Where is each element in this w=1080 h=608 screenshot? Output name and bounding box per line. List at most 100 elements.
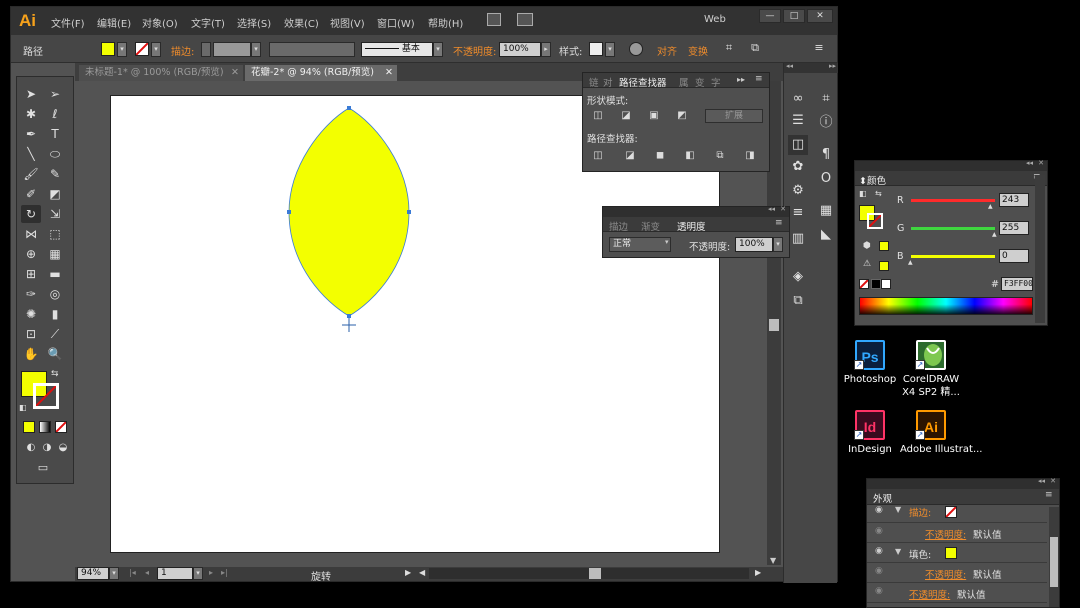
tab-attributes[interactable]: 属 (679, 75, 689, 89)
tab-petal-2[interactable]: 花瓣-2* @ 94% (RGB/预览) ✕ (245, 65, 397, 81)
expand-triangle-icon[interactable]: ▼ (895, 547, 901, 556)
out-of-web-color-icon[interactable]: ⬢ (863, 241, 871, 251)
r-value-input[interactable]: 243 (999, 193, 1029, 207)
panel-menu-icon[interactable]: ≡ (809, 39, 829, 57)
stroke-icon[interactable]: ≡ (788, 203, 808, 223)
white-color-swatch[interactable] (881, 279, 891, 289)
transparency-opacity-dropdown-icon[interactable]: ▾ (773, 237, 783, 252)
appearance-fill-swatch[interactable] (945, 547, 957, 559)
paragraph-icon[interactable]: ¶ (816, 145, 836, 165)
swap-fill-stroke-icon[interactable]: ⇆ (51, 369, 59, 379)
petal-shape[interactable] (288, 107, 410, 317)
bridge-icon[interactable] (487, 13, 501, 26)
divide-icon[interactable]: ◫ (589, 149, 607, 163)
zoom-field[interactable]: 94% (77, 567, 109, 580)
expand-button[interactable]: 扩展 (705, 109, 763, 123)
appearance-scroll-thumb[interactable] (1050, 537, 1058, 587)
b-channel-slider[interactable] (911, 255, 995, 258)
merge-icon[interactable]: ◼ (651, 149, 669, 163)
eyedropper-tool-icon[interactable]: ✑ (21, 285, 41, 303)
appearance-icon[interactable]: ⚙ (788, 181, 808, 201)
close-tab-icon[interactable]: ✕ (385, 65, 393, 80)
visibility-eye-icon[interactable]: ◉ (875, 566, 883, 576)
desktop-icon-indesign[interactable]: Id ↗ InDesign (844, 410, 896, 474)
color-panel-scrollbar[interactable] (1035, 175, 1045, 323)
menu-type[interactable]: 文字(T) (191, 15, 225, 30)
menu-effect[interactable]: 效果(C) (284, 15, 319, 30)
opacity-dropdown-icon[interactable]: ▸ (541, 42, 551, 57)
desktop-icon-coreldraw[interactable]: ↗ CorelDRAW X4 SP2 精... (900, 340, 962, 404)
symbol-sprayer-tool-icon[interactable]: ✺ (21, 305, 41, 323)
prev-artboard-icon[interactable]: ◂ (145, 568, 149, 577)
appearance-stroke-row[interactable]: ◉ ▼ 描边: (867, 505, 1047, 523)
anchor-point[interactable] (347, 314, 351, 318)
variable-width-profile[interactable] (269, 42, 355, 57)
tab-color[interactable]: ⬍颜色 (859, 173, 886, 187)
web-safe-color-swatch[interactable] (879, 241, 889, 251)
close-panel-icon[interactable]: ✕ (1038, 159, 1044, 167)
intersect-icon[interactable]: ▣ (645, 109, 663, 123)
paintbrush-tool-icon[interactable]: 🖌 (21, 165, 41, 183)
vertical-scroll-thumb[interactable] (769, 319, 779, 331)
minimize-button[interactable]: — (759, 9, 781, 23)
color-stroke-box[interactable] (867, 213, 883, 229)
brushes-icon[interactable]: ◣ (816, 225, 836, 245)
gradient-tool-icon[interactable]: ▬ (45, 265, 65, 283)
eraser-tool-icon[interactable]: ◩ (45, 185, 65, 203)
close-window-button[interactable]: ✕ (807, 9, 833, 23)
trim-icon[interactable]: ◪ (621, 149, 639, 163)
rotate-origin-crosshair-icon[interactable] (342, 318, 356, 332)
menu-window[interactable]: 窗口(W) (377, 15, 415, 30)
stroke-weight-stepper[interactable] (201, 42, 211, 57)
gradient-icon[interactable]: ▥ (788, 229, 808, 249)
swatches-icon[interactable]: ▦ (816, 201, 836, 221)
hand-tool-icon[interactable]: ✋ (21, 345, 41, 363)
line-tool-icon[interactable]: ╲ (21, 145, 41, 163)
tab-links[interactable]: 链 (589, 75, 599, 89)
zoom-dropdown-icon[interactable]: ▾ (109, 567, 119, 580)
tab-appearance[interactable]: 外观 (873, 491, 892, 505)
scroll-left-icon[interactable]: ◀ (419, 568, 425, 577)
horizontal-scroll-track[interactable] (429, 568, 749, 579)
collapse-panel-icon[interactable]: ◂◂ (768, 205, 775, 213)
gradient-mode-icon[interactable] (39, 421, 51, 433)
blend-mode-dropdown-icon[interactable]: ▾ (665, 238, 669, 246)
appearance-fill-label[interactable]: 填色: (909, 547, 931, 561)
r-slider-thumb-icon[interactable]: ▲ (988, 203, 993, 210)
align-link[interactable]: 对齐 (657, 43, 677, 58)
stroke-swatch[interactable] (135, 42, 149, 56)
b-slider-thumb-icon[interactable]: ▲ (908, 259, 913, 266)
g-channel-slider[interactable] (911, 227, 995, 230)
width-tool-icon[interactable]: ⋈ (21, 225, 41, 243)
brush-dropdown-icon[interactable]: ▾ (433, 42, 443, 57)
none-color-swatch[interactable] (859, 279, 869, 289)
panel-menu-icon[interactable]: ≡ (755, 74, 763, 84)
stroke-weight-label[interactable]: 描边: (171, 43, 194, 58)
first-artboard-icon[interactable]: |◂ (129, 568, 136, 577)
anchor-point[interactable] (287, 210, 291, 214)
tab-align[interactable]: 对 (603, 75, 613, 89)
out-of-gamut-warning-icon[interactable]: ⚠ (863, 259, 871, 269)
minus-front-icon[interactable]: ◪ (617, 109, 635, 123)
maximize-button[interactable]: □ (783, 9, 805, 23)
layers-icon[interactable]: ◈ (788, 267, 808, 287)
rotate-tool-icon[interactable]: ↻ (21, 205, 41, 223)
graphic-style-swatch[interactable] (589, 42, 603, 56)
transform-link[interactable]: 变换 (688, 43, 708, 58)
visibility-eye-icon[interactable]: ◉ (875, 505, 883, 515)
tab-character[interactable]: 字 (711, 75, 721, 89)
in-gamut-color-swatch[interactable] (879, 261, 889, 271)
appearance-opacity-row[interactable]: ◉ 不透明度: 默认值 (867, 563, 1047, 583)
g-value-input[interactable]: 255 (999, 221, 1029, 235)
appearance-opacity-link[interactable]: 不透明度: (925, 567, 966, 581)
scroll-right-icon[interactable]: ▶ (755, 568, 761, 577)
menu-object[interactable]: 对象(O) (142, 15, 178, 30)
arrange-documents-icon[interactable] (517, 13, 533, 26)
change-screen-mode-icon[interactable]: ▭ (33, 459, 53, 477)
tab-untitled-1[interactable]: 未标题-1* @ 100% (RGB/预览) ✕ (79, 65, 243, 81)
tab-pathfinder[interactable]: 路径查找器 (619, 75, 667, 89)
tab-transparency[interactable]: 透明度 (677, 219, 706, 233)
brush-definition[interactable]: 基本 (361, 42, 433, 57)
fill-dropdown-icon[interactable]: ▾ (117, 42, 127, 57)
default-fill-stroke-icon[interactable]: ◧ (19, 403, 27, 412)
